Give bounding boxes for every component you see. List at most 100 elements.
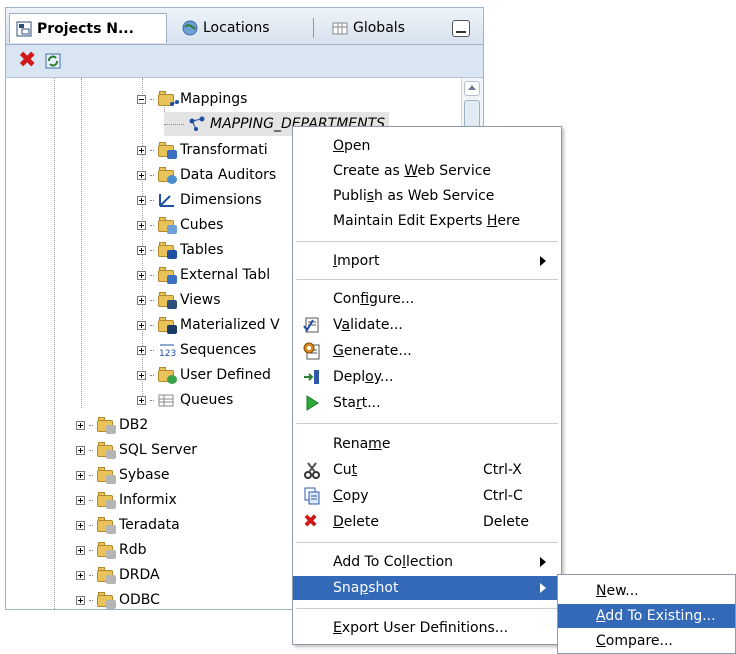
expand-icon[interactable]: [137, 295, 146, 305]
external-tables-folder-icon: [158, 267, 177, 284]
expand-icon[interactable]: [76, 595, 85, 605]
tree-node-mappings[interactable]: Mappings: [137, 87, 247, 111]
menu-item-generate[interactable]: Generate...: [293, 339, 561, 363]
tree-node-label: User Defined: [180, 367, 271, 383]
menu-item-configure[interactable]: Configure...: [293, 287, 561, 311]
tree-node-informix[interactable]: Informix: [76, 488, 177, 512]
expand-icon[interactable]: [76, 520, 85, 530]
menu-item-snapshot[interactable]: Snapshot: [293, 576, 561, 600]
menu-separator: [296, 423, 558, 424]
expand-icon[interactable]: [76, 445, 85, 455]
tree-node-label: Tables: [180, 242, 224, 258]
tree-node-rdb[interactable]: Rdb: [76, 538, 147, 562]
tree-node-label: DRDA: [119, 567, 160, 583]
sequences-icon: 123: [158, 342, 176, 359]
collapse-icon[interactable]: [137, 94, 146, 104]
copy-icon: [303, 487, 321, 505]
tables-folder-icon: [158, 242, 177, 259]
expand-icon[interactable]: [137, 170, 146, 180]
sybase-folder-icon: [97, 467, 116, 484]
red-x-delete-icon[interactable]: ✖: [18, 50, 36, 72]
expand-icon[interactable]: [76, 570, 85, 580]
tree-node-label: Mappings: [180, 91, 248, 107]
odbc-folder-icon: [97, 592, 116, 609]
minimize-panel-button[interactable]: [452, 20, 470, 37]
expand-icon[interactable]: [137, 270, 146, 280]
expand-icon[interactable]: [137, 370, 146, 380]
dimensions-icon: [158, 192, 176, 208]
expand-icon[interactable]: [76, 470, 85, 480]
db2-folder-icon: [97, 417, 116, 434]
tree-node-queues[interactable]: Queues: [137, 388, 233, 412]
tab-locations[interactable]: Locations: [176, 14, 306, 41]
expand-icon[interactable]: [137, 320, 146, 330]
menu-item-create-web-service[interactable]: Create as Web Service: [293, 159, 561, 183]
tree-node-tables[interactable]: Tables: [137, 238, 224, 262]
menu-item-open[interactable]: Open: [293, 134, 561, 158]
expand-icon[interactable]: [137, 345, 146, 355]
red-x-delete-icon: ✖: [303, 511, 319, 532]
tree-node-teradata[interactable]: Teradata: [76, 513, 180, 537]
menu-item-export-user-definitions[interactable]: Export User Definitions...: [293, 616, 561, 640]
navigator-tab-bar: Projects N... Locations Globals: [6, 8, 483, 45]
cubes-folder-icon: [158, 217, 177, 234]
menu-item-copy[interactable]: Copy Ctrl-C: [293, 484, 561, 508]
drda-folder-icon: [97, 567, 116, 584]
start-play-icon: [303, 394, 321, 412]
expand-icon[interactable]: [137, 245, 146, 255]
shortcut-text: Ctrl-C: [483, 488, 523, 504]
tree-guide-line: [54, 78, 55, 609]
snapshot-submenu: New... Add To Existing... Compare...: [557, 574, 736, 654]
tree-node-views[interactable]: Views: [137, 288, 221, 312]
expand-icon[interactable]: [137, 145, 146, 155]
menu-separator: [296, 608, 558, 609]
shortcut-text: Ctrl-X: [483, 462, 522, 478]
tab-globals-label: Globals: [353, 19, 405, 36]
mapping-icon: [188, 116, 206, 132]
menu-item-start[interactable]: Start...: [293, 391, 561, 415]
menu-item-rename[interactable]: Rename: [293, 432, 561, 456]
submenu-arrow-icon: [540, 256, 546, 266]
tree-node-materialized-views[interactable]: Materialized V: [137, 313, 280, 337]
expand-icon[interactable]: [76, 545, 85, 555]
expand-icon[interactable]: [137, 395, 146, 405]
expand-icon[interactable]: [137, 195, 146, 205]
submenu-item-new[interactable]: New...: [558, 579, 735, 603]
tree-node-cubes[interactable]: Cubes: [137, 213, 223, 237]
expand-icon[interactable]: [137, 220, 146, 230]
tree-node-label: Sybase: [119, 467, 170, 483]
expand-icon[interactable]: [76, 420, 85, 430]
refresh-icon[interactable]: [44, 52, 62, 70]
menu-item-delete[interactable]: ✖ Delete Delete: [293, 510, 561, 534]
navigator-toolbar: ✖: [6, 45, 483, 78]
tree-node-odbc[interactable]: ODBC: [76, 588, 160, 609]
tree-node-sequences[interactable]: 123 Sequences: [137, 338, 256, 362]
tree-node-transformations[interactable]: Transformati: [137, 138, 268, 162]
submenu-item-compare[interactable]: Compare...: [558, 629, 735, 653]
menu-item-import[interactable]: Import: [293, 249, 561, 273]
tree-node-sql-server[interactable]: SQL Server: [76, 438, 197, 462]
menu-item-add-to-collection[interactable]: Add To Collection: [293, 550, 561, 574]
menu-item-validate[interactable]: Validate...: [293, 313, 561, 337]
menu-item-maintain-edit-experts[interactable]: Maintain Edit Experts Here: [293, 209, 561, 233]
tree-node-data-auditors[interactable]: Data Auditors: [137, 163, 276, 187]
menu-item-cut[interactable]: Cut Ctrl-X: [293, 458, 561, 482]
tree-node-user-defined[interactable]: User Defined: [137, 363, 271, 387]
tab-locations-label: Locations: [203, 19, 270, 36]
tab-globals[interactable]: Globals: [313, 14, 433, 41]
scroll-up-arrow-icon[interactable]: [464, 81, 480, 96]
projects-icon: [16, 21, 32, 37]
menu-item-publish-web-service[interactable]: Publish as Web Service: [293, 184, 561, 208]
expand-icon[interactable]: [76, 495, 85, 505]
submenu-item-add-to-existing[interactable]: Add To Existing...: [558, 604, 735, 628]
tree-node-sybase[interactable]: Sybase: [76, 463, 170, 487]
svg-text:123: 123: [159, 349, 176, 358]
tree-node-db2[interactable]: DB2: [76, 413, 148, 437]
tree-node-external-tables[interactable]: External Tabl: [137, 263, 270, 287]
menu-item-deploy[interactable]: Deploy...: [293, 365, 561, 389]
tree-guide-line: [81, 78, 82, 408]
tab-projects-navigator[interactable]: Projects N...: [9, 13, 167, 43]
tree-node-dimensions[interactable]: Dimensions: [137, 188, 262, 212]
tree-node-drda[interactable]: DRDA: [76, 563, 160, 587]
tab-projects-label: Projects N...: [37, 20, 134, 37]
